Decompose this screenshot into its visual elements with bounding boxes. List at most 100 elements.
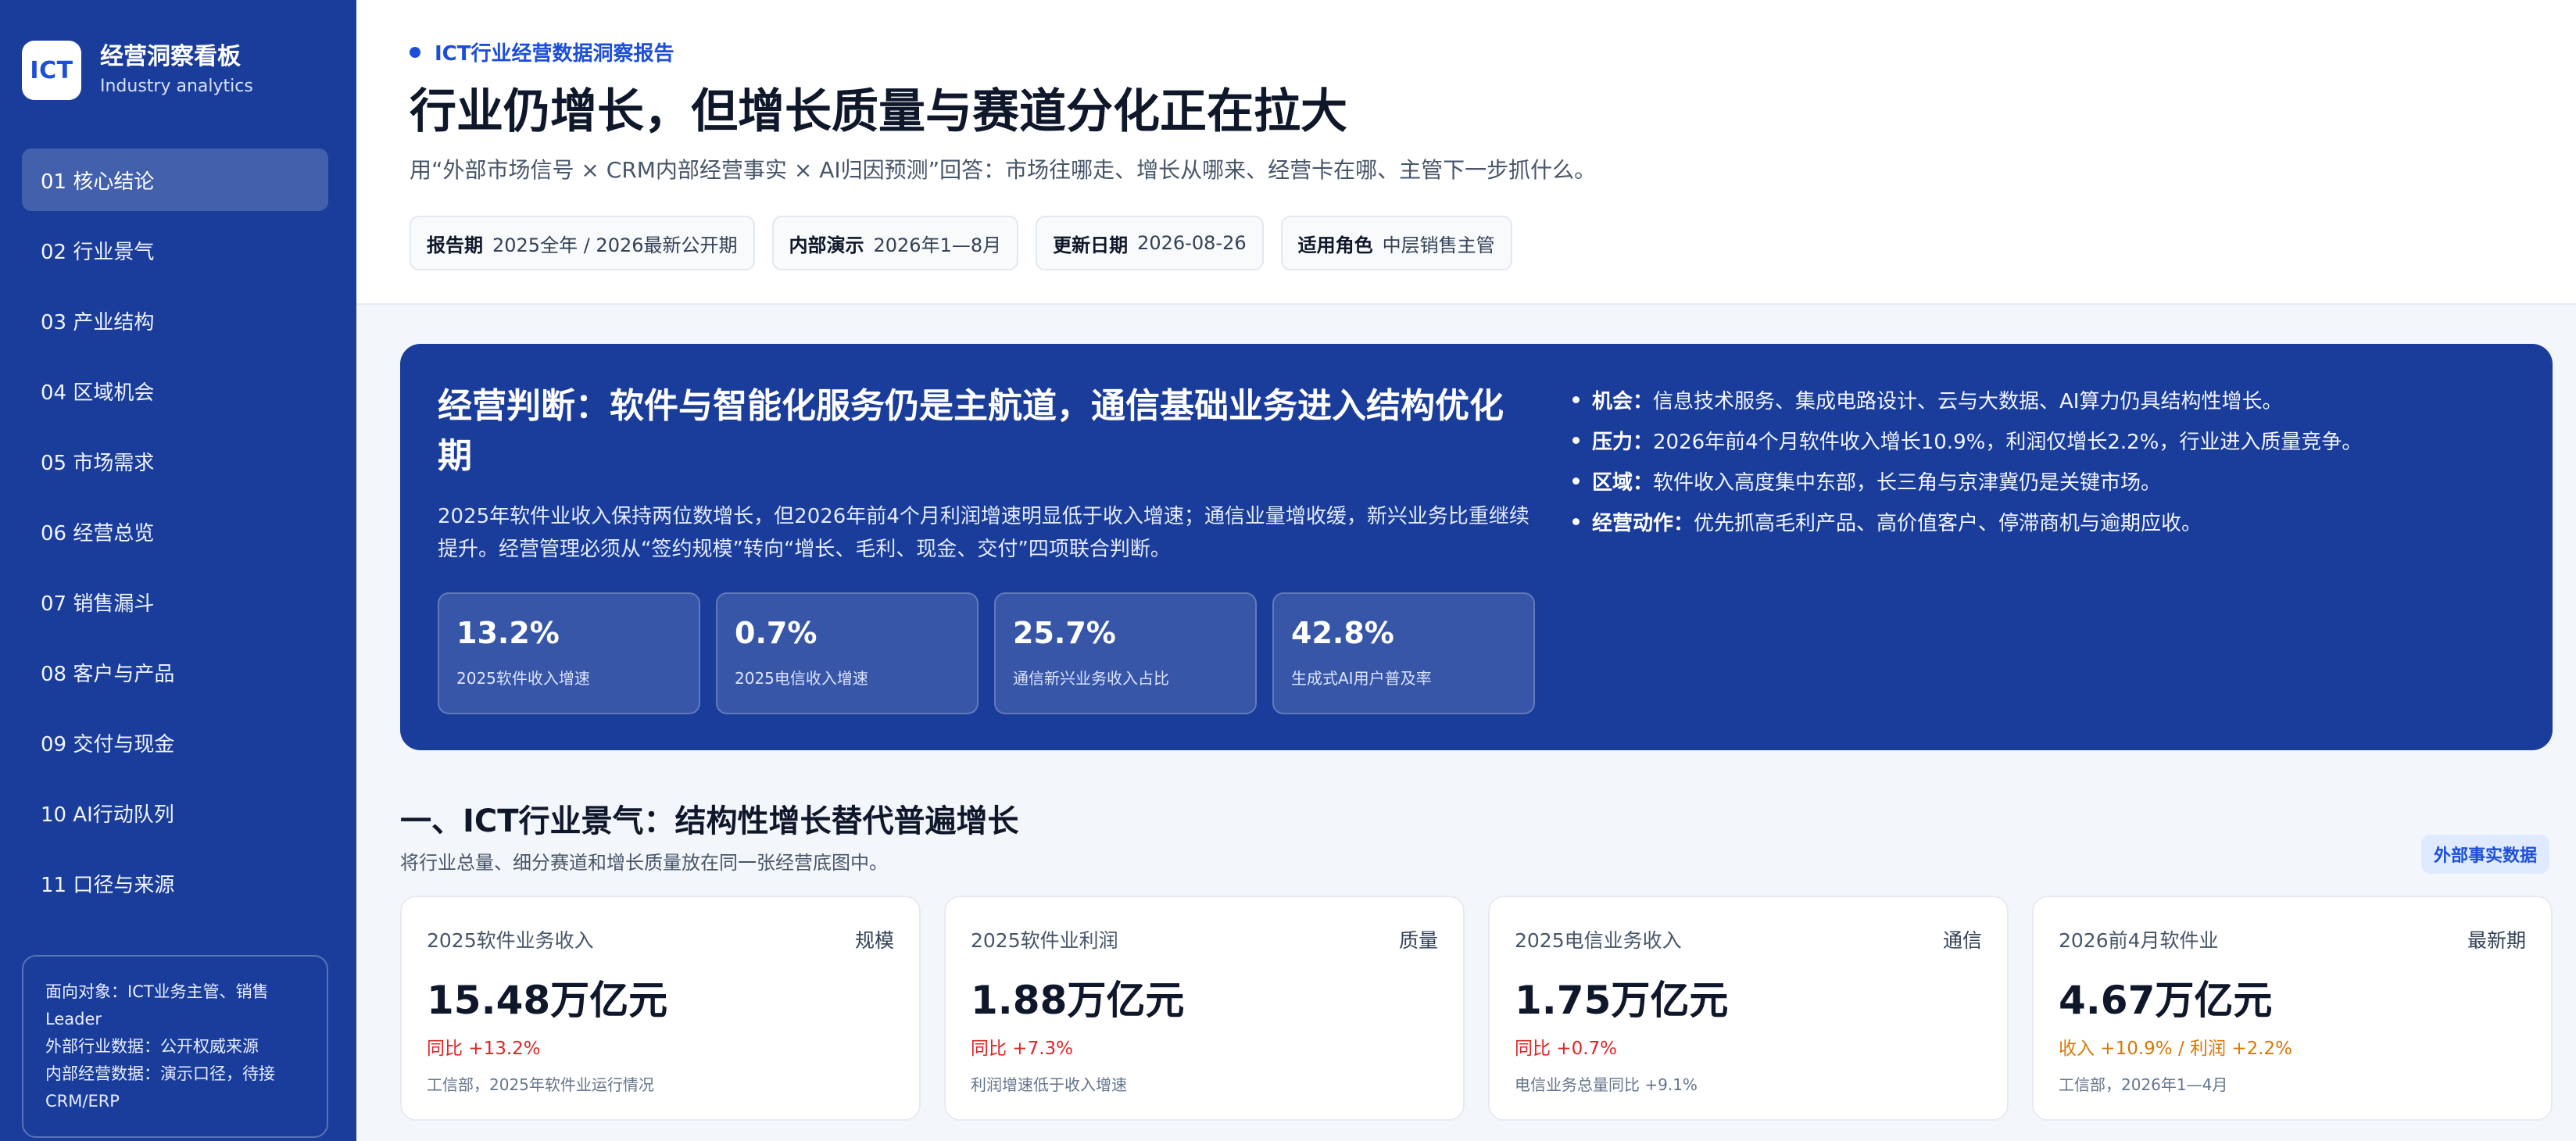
bullet-key: 经营动作：	[1592, 512, 1694, 535]
metric-label: 2026前4月软件业	[2059, 929, 2219, 952]
kpi-value: 42.8%	[1291, 616, 1394, 650]
bullet-business-action: 经营动作：优先抓高毛利产品、高价值客户、停滞商机与逾期应收。	[1572, 503, 2526, 544]
audience-note-line: 内部经营数据：演示口径，待接CRM/ERP	[45, 1064, 275, 1111]
metric-value: 1.75万亿元	[1515, 978, 1729, 1023]
metric-tag: 通信	[1942, 929, 1982, 952]
nav-item-regional-opportunity[interactable]: 04 区域机会	[22, 359, 328, 422]
metric-card-software-profit: 2025软件业利润 质量 1.88万亿元 同比 +7.3% 利润增速低于收入增速	[944, 896, 1465, 1121]
nav-item-customers-products[interactable]: 08 客户与产品	[22, 641, 328, 703]
bullet-icon	[1572, 396, 1580, 403]
nav-item-industry-structure[interactable]: 03 产业结构	[22, 289, 328, 352]
brand-text: 经营洞察看板 Industry analytics	[100, 41, 253, 99]
metric-label: 2025电信业务收入	[1515, 929, 1682, 952]
dot-icon	[410, 46, 420, 58]
report-eyebrow: ICT行业经营数据洞察报告	[410, 38, 674, 66]
metric-label: 2025软件业务收入	[427, 929, 594, 952]
bullet-text: 信息技术服务、集成电路设计、云与大数据、AI算力仍具结构性增长。	[1653, 390, 2283, 413]
bullet-icon	[1572, 478, 1580, 485]
meta-chip-report-period: 报告期 2025全年 / 2026最新公开期	[410, 216, 755, 270]
business-judgement-panel: 经营判断：软件与智能化服务仍是主航道，通信基础业务进入结构优化期 2025年软件…	[400, 344, 2553, 750]
meta-key: 报告期	[427, 234, 483, 256]
meta-value: 2025全年 / 2026最新公开期	[492, 234, 738, 256]
nav-item-ai-action-queue[interactable]: 10 AI行动队列	[22, 782, 328, 844]
kpi-card: 0.7% 2025电信收入增速	[716, 592, 979, 714]
page-subtitle: 用“外部市场信号 × CRM内部经营事实 × AI归因预测”回答：市场往哪走、增…	[410, 157, 1597, 183]
metric-note: 电信业务总量同比 +9.1%	[1515, 1075, 1698, 1094]
kpi-value: 13.2%	[456, 616, 560, 650]
metric-value: 15.48万亿元	[427, 978, 668, 1023]
brand-logo: ICT	[22, 41, 81, 100]
meta-key: 更新日期	[1053, 234, 1129, 256]
audience-note-line: 面向对象：ICT业务主管、销售Leader	[45, 982, 269, 1028]
meta-key: 适用角色	[1297, 234, 1373, 256]
report-eyebrow-text: ICT行业经营数据洞察报告	[435, 42, 674, 66]
sidebar-nav: 01 核心结论 02 行业景气 03 产业结构 04 区域机会 05 市场需求 …	[22, 148, 328, 922]
metric-card-latest-software: 2026前4月软件业 最新期 4.67万亿元 收入 +10.9% / 利润 +2…	[2032, 896, 2553, 1121]
metric-cards: 2025软件业务收入 规模 15.48万亿元 同比 +13.2% 工信部，202…	[400, 896, 2553, 1121]
meta-value: 2026-08-26	[1137, 232, 1247, 254]
nav-item-core-conclusion[interactable]: 01 核心结论	[22, 148, 328, 211]
nav-item-industry-climate[interactable]: 02 行业景气	[22, 219, 328, 281]
metric-card-software-revenue: 2025软件业务收入 规模 15.48万亿元 同比 +13.2% 工信部，202…	[400, 896, 921, 1121]
kpi-value: 0.7%	[735, 616, 818, 650]
nav-item-delivery-cash[interactable]: 09 交付与现金	[22, 711, 328, 774]
metric-change: 收入 +10.9% / 利润 +2.2%	[2059, 1039, 2293, 1059]
meta-chip-audience-role: 适用角色 中层销售主管	[1280, 216, 1512, 270]
judgement-description: 2025年软件业收入保持两位数增长，但2026年前4个月利润增速明显低于收入增速…	[438, 505, 1530, 561]
meta-chip-update-date: 更新日期 2026-08-26	[1036, 216, 1264, 270]
bullet-icon	[1572, 518, 1580, 525]
section-subtitle: 将行业总量、细分赛道和增长质量放在同一张经营底图中。	[400, 852, 888, 874]
metric-note: 工信部，2025年软件业运行情况	[427, 1075, 654, 1094]
nav-item-definitions-sources[interactable]: 11 口径与来源	[22, 852, 328, 914]
metric-label: 2025软件业利润	[971, 929, 1118, 952]
nav-item-sales-funnel[interactable]: 07 销售漏斗	[22, 570, 328, 633]
section-title: 一、ICT行业景气：结构性增长替代普遍增长	[400, 803, 1019, 839]
metric-change: 同比 +7.3%	[971, 1039, 1074, 1059]
nav-item-business-overview[interactable]: 06 经营总览	[22, 500, 328, 563]
kpi-card: 13.2% 2025软件收入增速	[438, 592, 700, 714]
nav-item-market-demand[interactable]: 05 市场需求	[22, 430, 328, 492]
brand: ICT 经营洞察看板 Industry analytics	[22, 41, 253, 100]
bullet-key: 机会：	[1592, 390, 1654, 413]
metric-change: 同比 +0.7%	[1515, 1039, 1618, 1059]
brand-title: 经营洞察看板	[100, 43, 241, 70]
kpi-card: 25.7% 通信新兴业务收入占比	[994, 592, 1257, 714]
metric-change: 同比 +13.2%	[427, 1039, 541, 1059]
metric-value: 1.88万亿元	[971, 978, 1185, 1023]
meta-value: 2026年1—8月	[873, 234, 1002, 256]
kpi-label: 2025软件收入增速	[456, 669, 590, 688]
bullet-key: 压力：	[1592, 431, 1654, 454]
audience-note-line: 外部行业数据：公开权威来源	[45, 1037, 259, 1056]
bullet-opportunity: 机会：信息技术服务、集成电路设计、云与大数据、AI算力仍具结构性增长。	[1572, 381, 2526, 422]
bullet-key: 区域：	[1592, 471, 1654, 495]
judgement-bullets: 机会：信息技术服务、集成电路设计、云与大数据、AI算力仍具结构性增长。 压力：2…	[1572, 381, 2526, 544]
kpi-card: 42.8% 生成式AI用户普及率	[1272, 592, 1535, 714]
meta-value: 中层销售主管	[1382, 234, 1495, 256]
bullet-text: 2026年前4个月软件收入增长10.9%，利润仅增长2.2%，行业进入质量竞争。	[1653, 431, 2363, 454]
bullet-region: 区域：软件收入高度集中东部，长三角与京津冀仍是关键市场。	[1572, 463, 2526, 503]
page-title: 行业仍增长，但增长质量与赛道分化正在拉大	[410, 84, 1347, 139]
sidebar: ICT 经营洞察看板 Industry analytics 01 核心结论 02…	[0, 0, 356, 1141]
metric-tag: 质量	[1398, 929, 1438, 952]
metric-tag: 规模	[854, 929, 894, 952]
metric-note: 利润增速低于收入增速	[971, 1075, 1127, 1094]
metric-tag: 最新期	[2467, 929, 2526, 952]
kpi-row: 13.2% 2025软件收入增速 0.7% 2025电信收入增速 25.7% 通…	[438, 592, 1551, 714]
brand-subtitle: Industry analytics	[100, 77, 253, 96]
kpi-label: 2025电信收入增速	[735, 669, 868, 688]
judgement-title: 经营判断：软件与智能化服务仍是主航道，通信基础业务进入结构优化期	[438, 386, 1504, 476]
kpi-label: 生成式AI用户普及率	[1291, 669, 1432, 688]
bullet-text: 优先抓高毛利产品、高价值客户、停滞商机与逾期应收。	[1694, 512, 2202, 535]
source-badge: 外部事实数据	[2421, 835, 2550, 874]
meta-chip-internal-demo: 内部演示 2026年1—8月	[771, 216, 1019, 270]
kpi-value: 25.7%	[1013, 616, 1116, 650]
bullet-pressure: 压力：2026年前4个月软件收入增长10.9%，利润仅增长2.2%，行业进入质量…	[1572, 422, 2526, 463]
report-header: ICT行业经营数据洞察报告 行业仍增长，但增长质量与赛道分化正在拉大 用“外部市…	[356, 0, 2576, 305]
kpi-label: 通信新兴业务收入占比	[1013, 669, 1169, 688]
bullet-text: 软件收入高度集中东部，长三角与京津冀仍是关键市场。	[1653, 471, 2162, 495]
audience-note: 面向对象：ICT业务主管、销售Leader 外部行业数据：公开权威来源 内部经营…	[22, 955, 328, 1138]
bullet-icon	[1572, 437, 1580, 444]
metric-value: 4.67万亿元	[2059, 978, 2273, 1023]
metric-card-telecom-revenue: 2025电信业务收入 通信 1.75万亿元 同比 +0.7% 电信业务总量同比 …	[1488, 896, 2009, 1121]
meta-key: 内部演示	[789, 234, 864, 256]
